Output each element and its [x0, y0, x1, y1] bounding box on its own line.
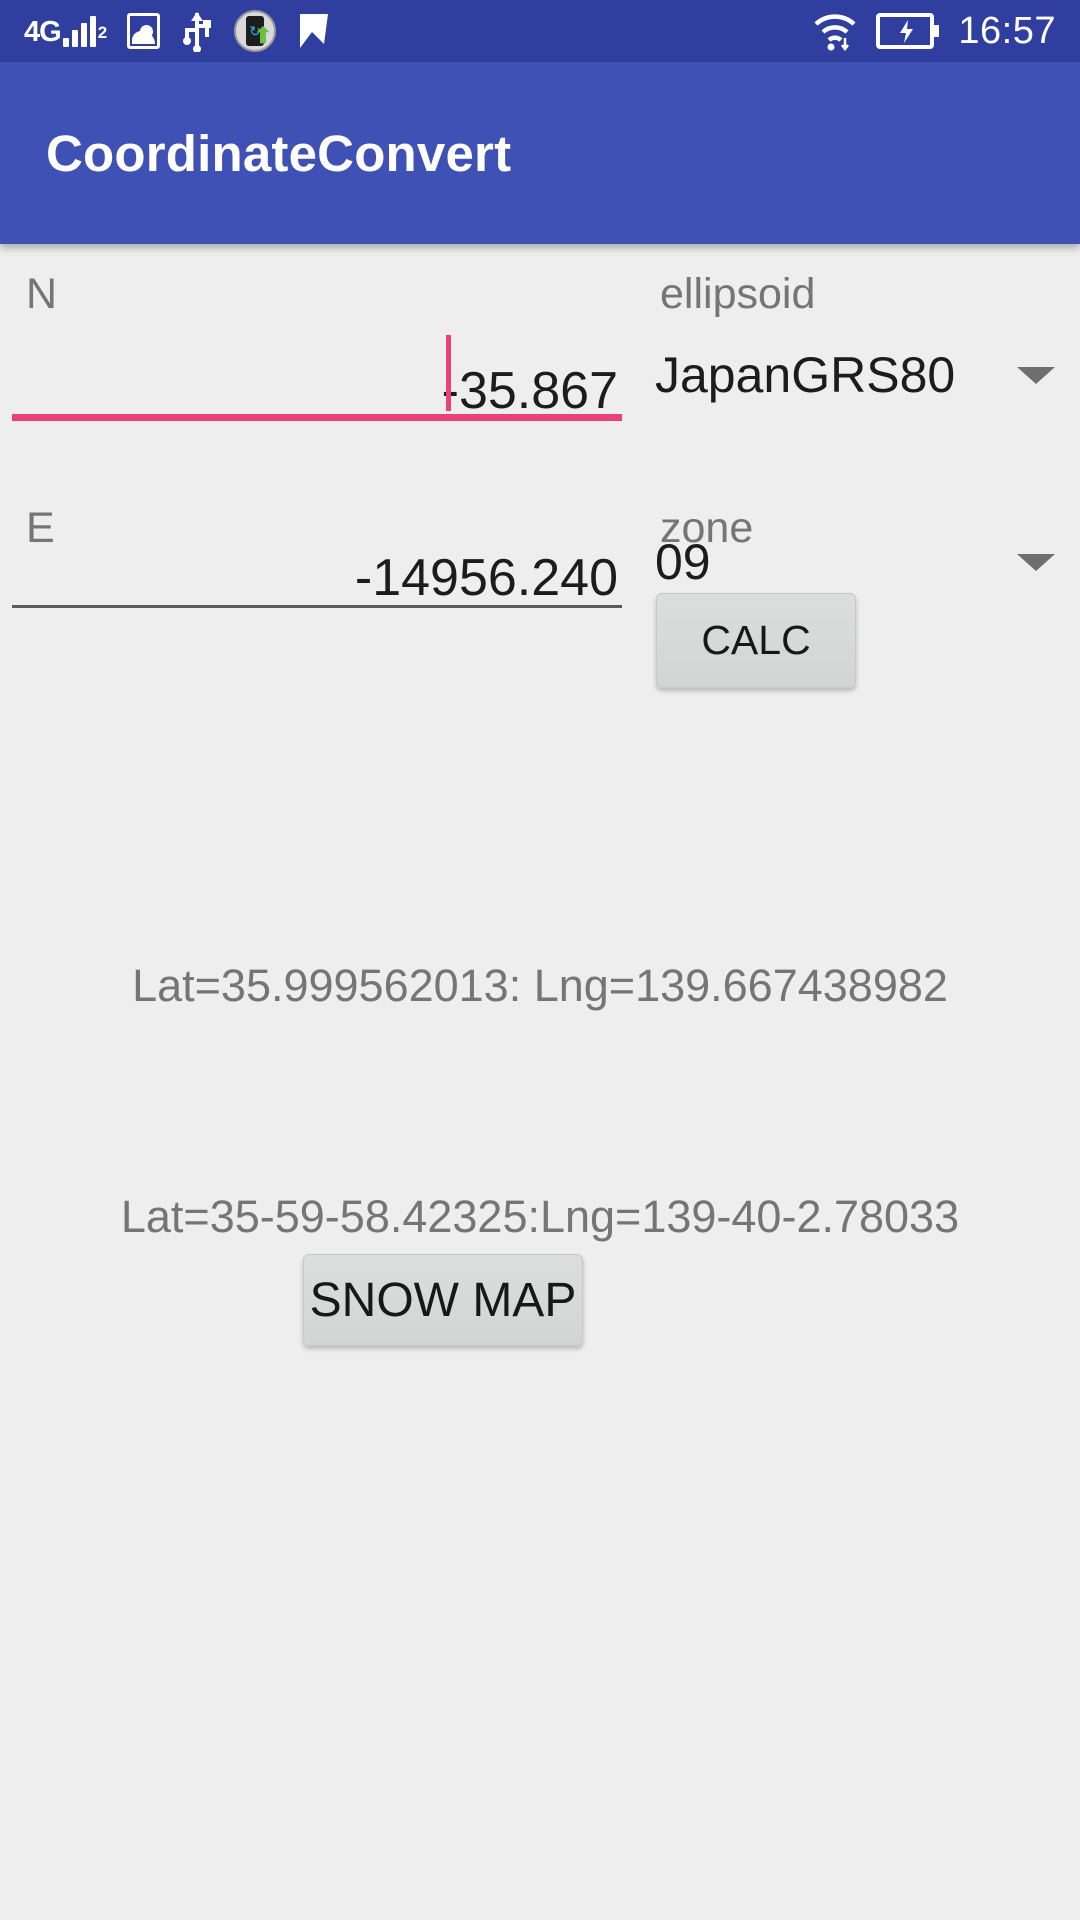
sim-slot-label: 2 [97, 23, 108, 43]
photo-icon [127, 13, 161, 49]
north-input-value: -35.867 [441, 362, 618, 420]
north-field-label: N [26, 270, 58, 318]
snow-map-button[interactable]: SNOW MAP [303, 1254, 583, 1346]
east-input-underline [12, 605, 622, 608]
checkmark-flag-icon [300, 14, 329, 48]
ellipsoid-selected-value: JapanGRS80 [655, 347, 956, 403]
zone-selected-value: 09 [655, 534, 711, 590]
calc-button-label: CALC [701, 617, 811, 663]
app-title: CoordinateConvert [46, 124, 512, 182]
app-bar: CoordinateConvert [0, 62, 1080, 244]
usb-icon [183, 12, 212, 52]
calc-button[interactable]: CALC [656, 593, 856, 688]
network-type-label: 4G [24, 15, 62, 48]
phone-sync-icon: ↻ ⬆ [234, 10, 277, 52]
east-input-value: -14956.240 [354, 549, 618, 607]
battery-charging-icon [876, 13, 940, 49]
dms-result-text: Lat=35-59-58.42325:Lng=139-40-2.78033 [120, 1191, 960, 1242]
decimal-result-text: Lat=35.999562013: Lng=139.667438982 [132, 960, 948, 1011]
text-caret [446, 335, 451, 411]
ellipsoid-spinner-label: ellipsoid [660, 270, 816, 318]
clock-label: 16:57 [958, 9, 1056, 52]
status-bar-left-icons: 4G 2 ↻ ⬆ [24, 10, 332, 52]
signal-bars-icon [62, 15, 96, 47]
status-bar: 4G 2 ↻ ⬆ 16:57 [0, 0, 1080, 62]
main-content: N ellipsoid -35.867 JapanGRS80 E zone -1… [0, 244, 1080, 1920]
north-input-underline [12, 414, 622, 421]
chevron-down-icon[interactable] [1017, 554, 1055, 571]
east-input[interactable]: -14956.240 [12, 516, 622, 608]
wifi-icon [814, 14, 856, 52]
signal-4g-icon: 4G 2 [24, 15, 108, 48]
snow-map-button-label: SNOW MAP [309, 1273, 577, 1327]
status-bar-right-icons: 16:57 [812, 10, 1056, 53]
north-input[interactable]: -35.867 [12, 329, 622, 421]
ellipsoid-spinner[interactable]: JapanGRS80 [655, 329, 1065, 421]
chevron-down-icon[interactable] [1017, 367, 1055, 384]
